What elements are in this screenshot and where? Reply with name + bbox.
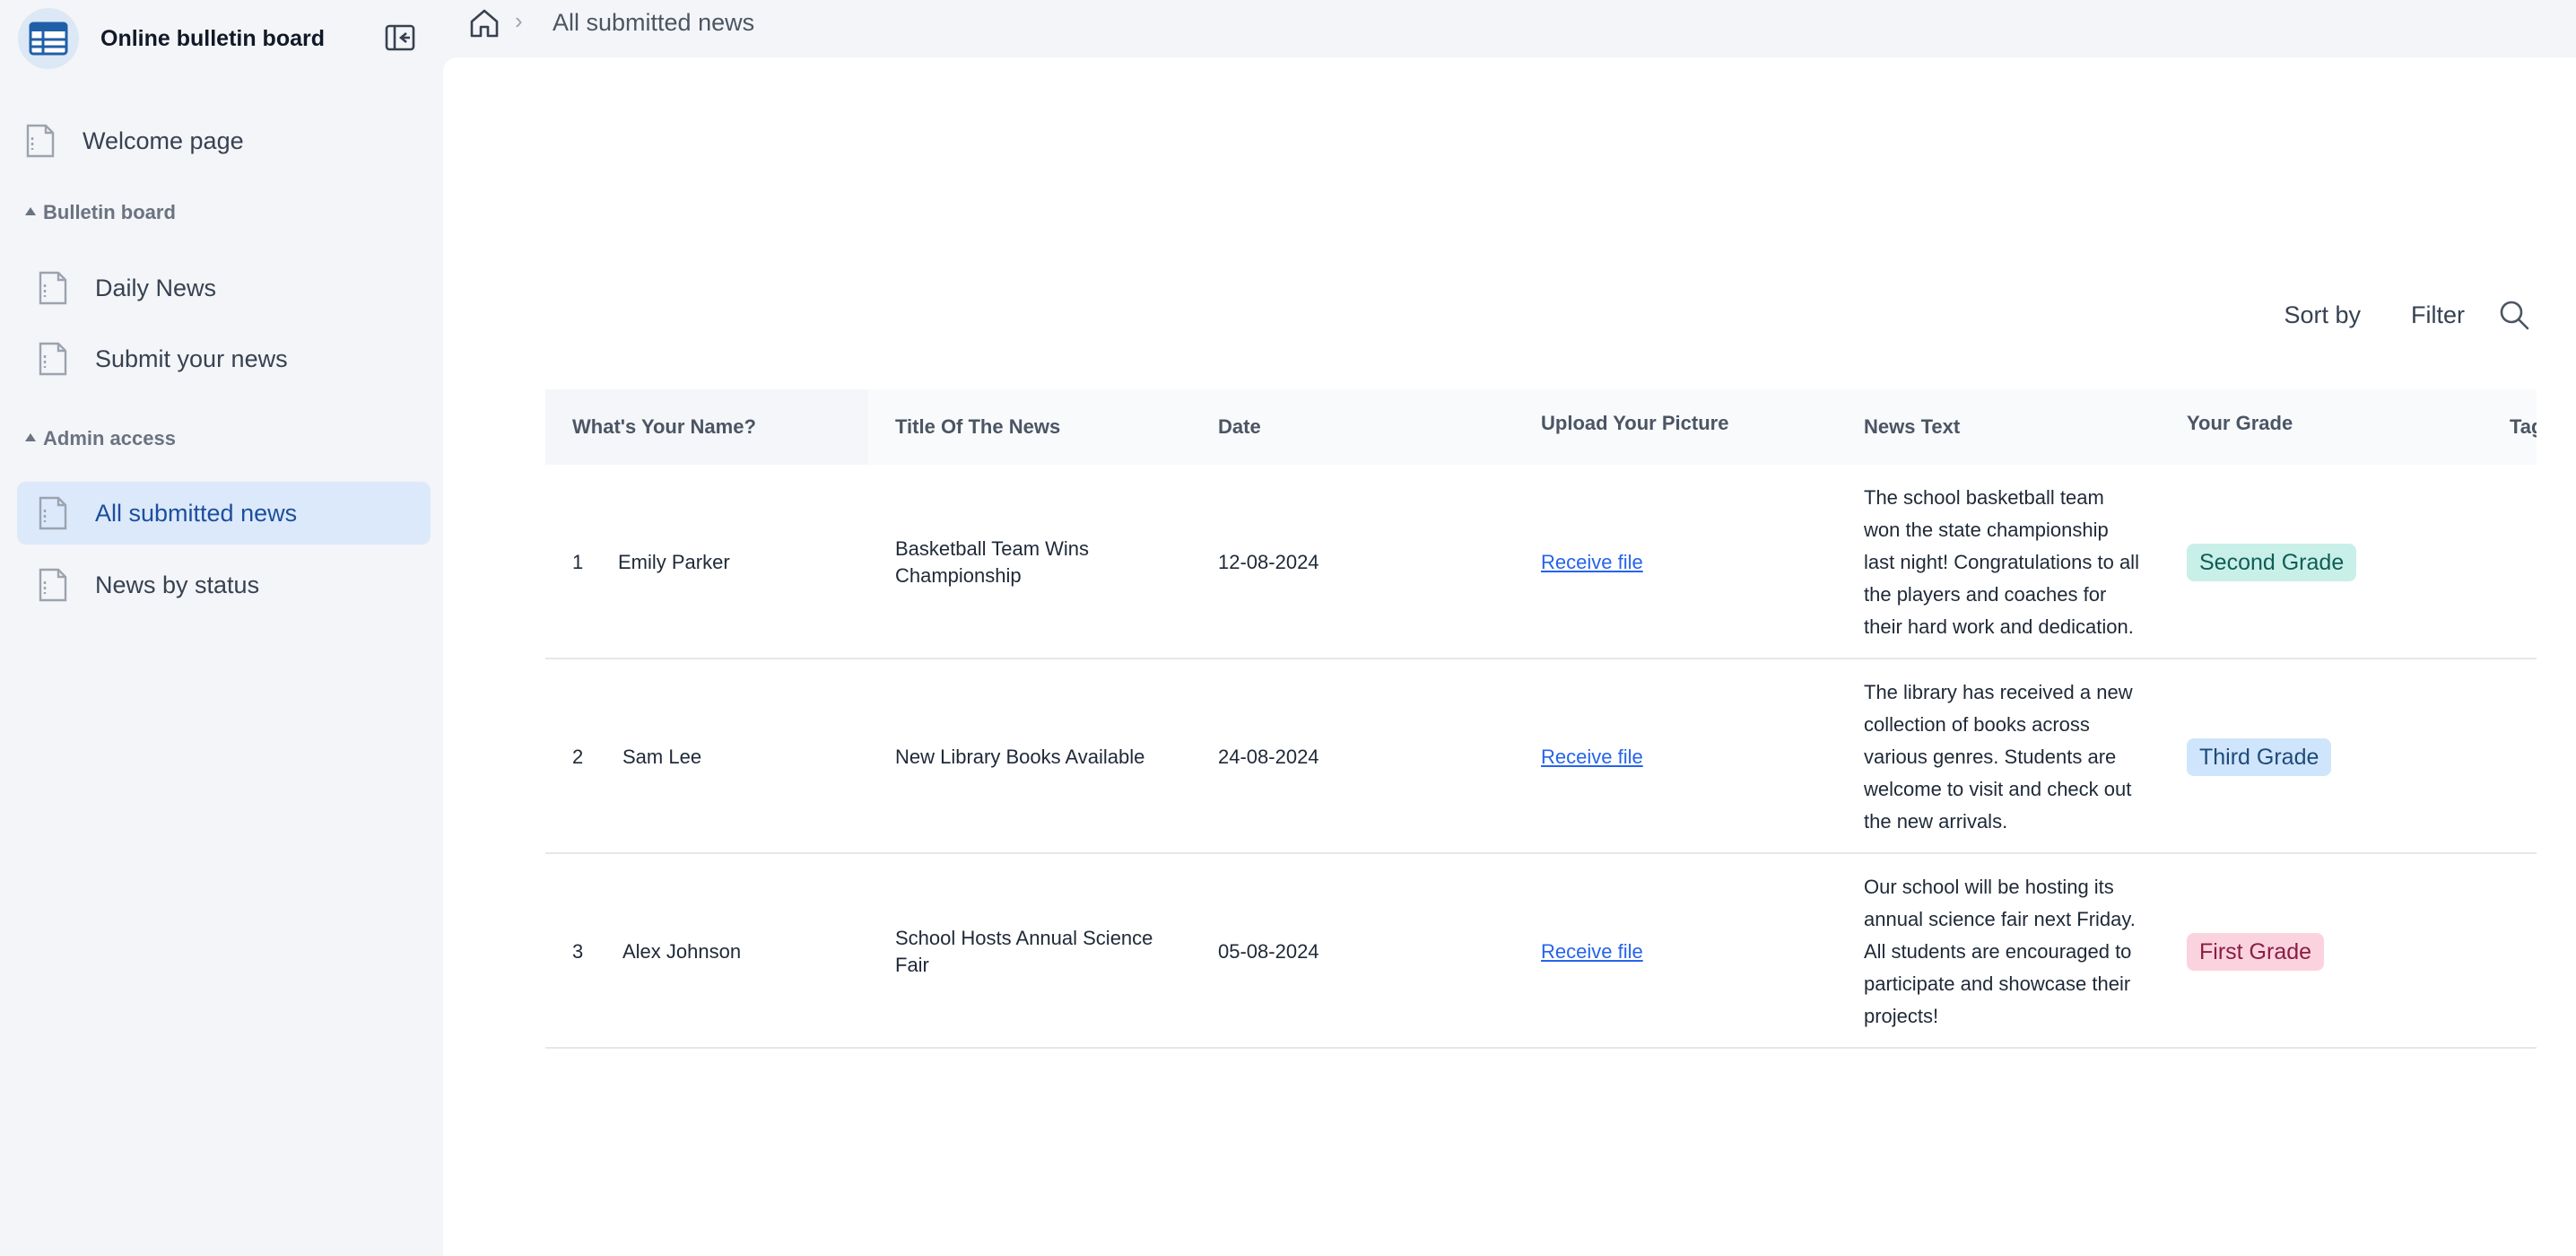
cell-file: Receive file <box>1514 465 1828 659</box>
cell-name: Alex Johnson <box>622 939 742 963</box>
collapse-triangle-icon <box>25 206 36 215</box>
grade-badge: Second Grade <box>2187 543 2357 581</box>
sidebar-item-all-submitted-news[interactable]: All submitted news <box>17 482 431 545</box>
cell-news-text: Our school will be hosting its annual sc… <box>1837 854 2160 1049</box>
cell-file: Receive file <box>1514 659 1828 854</box>
news-text: The library has received a new collectio… <box>1864 680 2133 833</box>
cell-name: Emily Parker <box>618 550 730 573</box>
main-panel: Sort by Filter What's Your Name? Title O… <box>443 57 2576 1256</box>
grade-badge: Third Grade <box>2187 737 2332 776</box>
news-text: The school basketball team won the state… <box>1864 485 2139 638</box>
table-header: What's Your Name? Title Of The News Date… <box>545 389 2537 465</box>
breadcrumb-separator: › <box>515 7 523 34</box>
column-header-date[interactable]: Date <box>1191 389 1514 465</box>
cell-grade: Third Grade <box>2160 659 2483 854</box>
sidebar-item-label: Submit your news <box>95 345 288 372</box>
column-header-news-text[interactable]: News Text <box>1837 389 2160 465</box>
cell-title: New Library Books Available <box>895 745 1145 768</box>
search-icon[interactable] <box>2497 298 2531 332</box>
sidebar-item-news-by-status[interactable]: News by status <box>38 554 420 616</box>
breadcrumb: › All submitted news <box>443 0 2576 57</box>
sidebar-collapse-icon[interactable] <box>384 23 416 52</box>
sort-by-button[interactable]: Sort by <box>2284 301 2361 329</box>
cell-title: Basketball Team Wins Championship <box>895 536 1090 587</box>
cell-date: 12-08-2024 <box>1218 550 1319 573</box>
sidebar-item-daily-news[interactable]: Daily News <box>38 257 420 319</box>
cell-name: Sam Lee <box>622 745 702 768</box>
receive-file-link[interactable]: Receive file <box>1541 938 1643 965</box>
calendar-table-icon <box>18 8 79 69</box>
news-table: What's Your Name? Title Of The News Date… <box>545 389 2537 1114</box>
sidebar-item-submit-your-news[interactable]: Submit your news <box>38 327 420 390</box>
page-icon <box>39 271 67 305</box>
section-admin-access[interactable]: Admin access <box>25 427 176 450</box>
table-row[interactable]: 2 Sam Lee New Library Books Available 24… <box>545 659 2537 854</box>
receive-file-link[interactable]: Receive file <box>1541 744 1643 771</box>
news-text: Our school will be hosting its annual sc… <box>1864 875 2136 1027</box>
cell-news-text: The library has received a new collectio… <box>1837 659 2160 854</box>
sidebar-item-label: News by status <box>95 571 260 598</box>
column-header-title[interactable]: Title Of The News <box>868 389 1191 465</box>
cell-news-text: The school basketball team won the state… <box>1837 465 2160 659</box>
cell-date: 24-08-2024 <box>1218 745 1319 768</box>
column-header-upload-picture[interactable]: Upload Your Picture <box>1514 389 1837 461</box>
sidebar: Online bulletin board Welcome page Bulle… <box>0 0 443 1256</box>
cell-grade: Second Grade <box>2160 465 2483 659</box>
cell-grade: First Grade <box>2160 854 2483 1049</box>
cell-file: Receive file <box>1514 854 1828 1049</box>
breadcrumb-current: All submitted news <box>553 9 755 36</box>
sidebar-item-welcome-page[interactable]: Welcome page <box>25 109 420 172</box>
receive-file-link[interactable]: Receive file <box>1541 549 1643 576</box>
table-row[interactable]: 1 Emily Parker Basketball Team Wins Cham… <box>545 465 2537 659</box>
collapse-triangle-icon <box>25 432 36 441</box>
home-icon[interactable] <box>466 5 502 41</box>
column-header-name[interactable]: What's Your Name? <box>545 389 868 465</box>
cell-title: School Hosts Annual Science Fair <box>895 926 1153 976</box>
page-icon <box>39 342 67 376</box>
column-header-grade[interactable]: Your Grade <box>2160 389 2483 461</box>
column-header-tag[interactable]: Tag <box>2483 389 2537 465</box>
section-bulletin-board[interactable]: Bulletin board <box>25 201 176 224</box>
page-icon <box>39 496 67 530</box>
page-icon <box>26 124 55 158</box>
table-toolbar: Sort by Filter <box>2233 298 2531 332</box>
grade-badge: First Grade <box>2187 932 2325 971</box>
filter-button[interactable]: Filter <box>2411 301 2465 329</box>
sidebar-item-label: All submitted news <box>95 499 298 527</box>
app-title: Online bulletin board <box>100 25 325 51</box>
brand: Online bulletin board <box>18 8 325 69</box>
cell-date: 05-08-2024 <box>1218 939 1319 963</box>
sidebar-item-label: Welcome page <box>83 126 244 154</box>
page-icon <box>39 568 67 602</box>
table-row[interactable]: 3 Alex Johnson School Hosts Annual Scien… <box>545 854 2537 1049</box>
sidebar-item-label: Daily News <box>95 274 217 301</box>
